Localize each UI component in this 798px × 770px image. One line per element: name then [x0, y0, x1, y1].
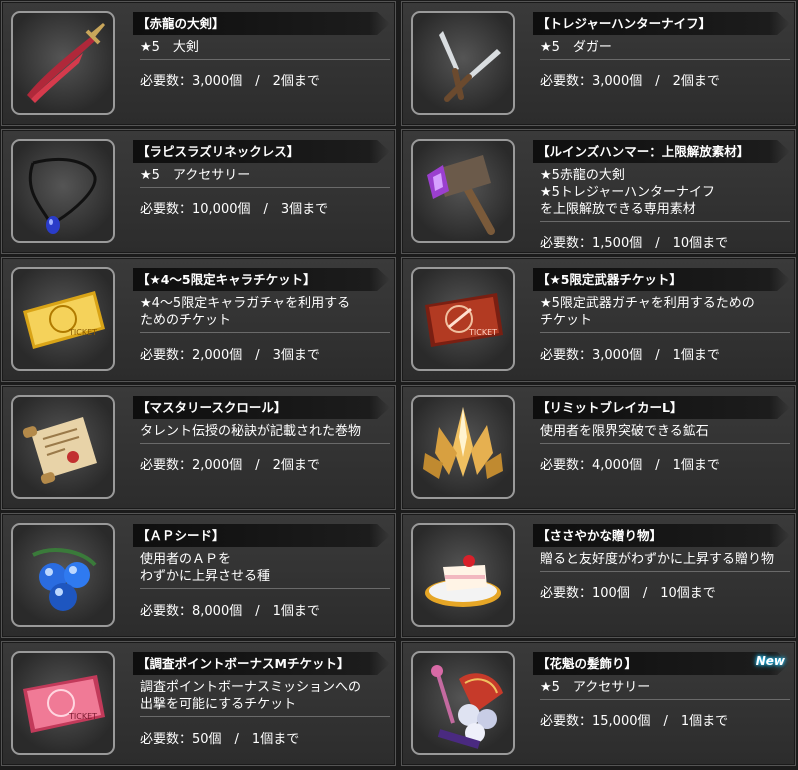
- scroll-icon: [11, 395, 115, 499]
- requirement-text: 必要数：1,500個 / 10個まで: [540, 236, 729, 251]
- item-card[interactable]: TICKET 【★4～5限定キャラチケット】 ★4～5限定キャラガチャを利用する…: [1, 257, 396, 382]
- dagger-icon: [411, 11, 515, 115]
- requirement-text: 必要数：3,000個 / 1個まで: [540, 348, 720, 363]
- requirement-text: 必要数：15,000個 / 1個まで: [540, 714, 729, 729]
- description-line: ★5 アクセサリー: [540, 680, 651, 695]
- description-line: ★5トレジャーハンターナイフ: [540, 185, 716, 200]
- requirement-text: 必要数：2,000個 / 2個まで: [140, 458, 320, 473]
- item-card[interactable]: 【ささやかな贈り物】 贈ると友好度がわずかに上昇する贈り物 必要数：100個 /…: [401, 513, 796, 638]
- item-description: ★5赤龍の大剣 ★5トレジャーハンターナイフ を上限解放できる専用素材: [540, 167, 790, 222]
- item-card[interactable]: 【トレジャーハンターナイフ】 ★5 ダガー 必要数：3,000個 / 2個まで: [401, 1, 796, 126]
- requirement-text: 必要数：4,000個 / 1個まで: [540, 458, 720, 473]
- description-line: 使用者を限界突破できる鉱石: [540, 424, 709, 439]
- requirement-text: 必要数：10,000個 / 3個まで: [140, 202, 329, 217]
- hammer-icon: [411, 139, 515, 243]
- description-line: ためのチケット: [140, 313, 232, 328]
- description-line: ★5赤龍の大剣: [540, 168, 625, 183]
- item-name: 【★5限定武器チケット】: [533, 268, 790, 291]
- requirement-text: 必要数：2,000個 / 3個まで: [140, 348, 320, 363]
- item-card[interactable]: 【ルインズハンマー：上限解放素材】 ★5赤龍の大剣 ★5トレジャーハンターナイフ…: [401, 129, 796, 254]
- item-card[interactable]: 【リミットブレイカーL】 使用者を限界突破できる鉱石 必要数：4,000個 / …: [401, 385, 796, 510]
- new-badge: New: [755, 654, 785, 668]
- item-name: 【赤龍の大剣】: [133, 12, 390, 35]
- item-name: 【ラピスラズリネックレス】: [133, 140, 390, 163]
- cake-icon: [411, 523, 515, 627]
- description-line: ★5 ダガー: [540, 40, 612, 55]
- item-description: ★5 大剣: [140, 39, 390, 60]
- description-line: ★5 大剣: [140, 40, 199, 55]
- item-description: 使用者を限界突破できる鉱石: [540, 423, 790, 444]
- requirement-text: 必要数：3,000個 / 2個まで: [140, 74, 320, 89]
- description-line: ★5 アクセサリー: [140, 168, 251, 183]
- svg-text:TICKET: TICKET: [68, 328, 97, 337]
- description-line: 調査ポイントボーナスミッションへの: [140, 680, 362, 695]
- item-description: ★5限定武器ガチャを利用するための チケット: [540, 295, 790, 333]
- svg-text:TICKET: TICKET: [468, 328, 497, 337]
- item-name: 【花魁の髪飾り】: [533, 652, 790, 675]
- item-description: 調査ポイントボーナスミッションへの 出撃を可能にするチケット: [140, 679, 390, 717]
- item-name: 【トレジャーハンターナイフ】: [533, 12, 790, 35]
- item-card[interactable]: 【マスタリースクロール】 タレント伝授の秘訣が記載された巻物 必要数：2,000…: [1, 385, 396, 510]
- item-description: 贈ると友好度がわずかに上昇する贈り物: [540, 551, 790, 572]
- description-line: ★4～5限定キャラガチャを利用する: [140, 296, 351, 311]
- description-line: ★5限定武器ガチャを利用するための: [540, 296, 755, 311]
- description-line: 出撃を可能にするチケット: [140, 697, 297, 712]
- description-line: タレント伝授の秘訣が記載された巻物: [140, 424, 362, 439]
- seed-icon: [11, 523, 115, 627]
- item-description: ★5 アクセサリー: [540, 679, 790, 700]
- requirement-text: 必要数：100個 / 10個まで: [540, 586, 716, 601]
- item-name: 【ルインズハンマー：上限解放素材】: [533, 140, 790, 163]
- svg-text:TICKET: TICKET: [68, 712, 97, 721]
- requirement-text: 必要数：3,000個 / 2個まで: [540, 74, 720, 89]
- item-description: ★5 ダガー: [540, 39, 790, 60]
- requirement-text: 必要数：50個 / 1個まで: [140, 732, 300, 747]
- description-line: 贈ると友好度がわずかに上昇する贈り物: [540, 552, 775, 567]
- item-description: ★4～5限定キャラガチャを利用する ためのチケット: [140, 295, 390, 333]
- item-description: 使用者のＡＰを わずかに上昇させる種: [140, 551, 390, 589]
- item-card[interactable]: TICKET 【★5限定武器チケット】 ★5限定武器ガチャを利用するための チケ…: [401, 257, 796, 382]
- gold-ticket-icon: TICKET: [11, 267, 115, 371]
- description-line: を上限解放できる専用素材: [540, 202, 696, 217]
- crystal-icon: [411, 395, 515, 499]
- item-name: 【調査ポイントボーナスMチケット】: [133, 652, 390, 675]
- necklace-icon: [11, 139, 115, 243]
- item-name: 【ささやかな贈り物】: [533, 524, 790, 547]
- item-card[interactable]: 【花魁の髪飾り】 New ★5 アクセサリー 必要数：15,000個 / 1個ま…: [401, 641, 796, 766]
- pink-ticket-icon: TICKET: [11, 651, 115, 755]
- item-name: 【リミットブレイカーL】: [533, 396, 790, 419]
- item-description: ★5 アクセサリー: [140, 167, 390, 188]
- item-description: タレント伝授の秘訣が記載された巻物: [140, 423, 390, 444]
- description-line: 使用者のＡＰを: [140, 552, 232, 567]
- description-line: わずかに上昇させる種: [140, 569, 271, 584]
- sword-icon: [11, 11, 115, 115]
- item-card[interactable]: TICKET 【調査ポイントボーナスMチケット】 調査ポイントボーナスミッション…: [1, 641, 396, 766]
- exchange-item-grid: 【赤龍の大剣】 ★5 大剣 必要数：3,000個 / 2個まで 【トレジャーハン…: [0, 0, 798, 770]
- item-card[interactable]: 【赤龍の大剣】 ★5 大剣 必要数：3,000個 / 2個まで: [1, 1, 396, 126]
- item-name: 【ＡＰシード】: [133, 524, 390, 547]
- item-name: 【★4～5限定キャラチケット】: [133, 268, 390, 291]
- requirement-text: 必要数：8,000個 / 1個まで: [140, 604, 320, 619]
- item-name: 【マスタリースクロール】: [133, 396, 390, 419]
- hair-ornament-icon: [411, 651, 515, 755]
- item-card[interactable]: 【ＡＰシード】 使用者のＡＰを わずかに上昇させる種 必要数：8,000個 / …: [1, 513, 396, 638]
- item-card[interactable]: 【ラピスラズリネックレス】 ★5 アクセサリー 必要数：10,000個 / 3個…: [1, 129, 396, 254]
- red-ticket-icon: TICKET: [411, 267, 515, 371]
- description-line: チケット: [540, 313, 593, 328]
